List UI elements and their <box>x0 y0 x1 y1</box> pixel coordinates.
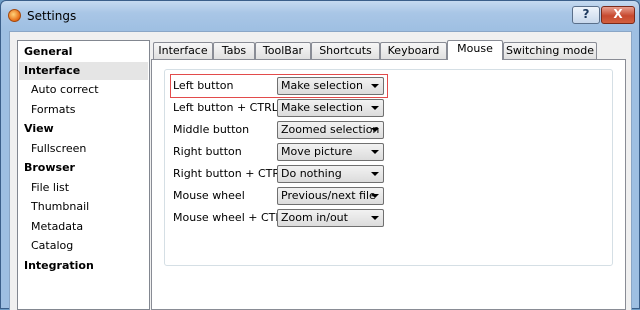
mouse-tab-panel: Left button Make selection Left button +… <box>151 59 626 310</box>
tab-mouse[interactable]: Mouse <box>447 40 503 60</box>
tab-keyboard[interactable]: Keyboard <box>380 42 447 59</box>
mouse-wheel-ctrl-value: Zoom in/out <box>281 211 348 224</box>
dropdown-arrow-icon <box>371 106 379 110</box>
dropdown-arrow-icon <box>371 172 379 176</box>
right-button-select[interactable]: Move picture <box>277 143 384 161</box>
mouse-actions-group: Left button Make selection Left button +… <box>164 69 613 266</box>
mouse-wheel-ctrl-select[interactable]: Zoom in/out <box>277 209 384 227</box>
settings-window: Settings ? X General Interface Auto corr… <box>0 0 640 310</box>
left-button-select[interactable]: Make selection <box>277 77 384 95</box>
dropdown-arrow-icon <box>371 84 379 88</box>
dropdown-arrow-icon <box>371 216 379 220</box>
mouse-wheel-value: Previous/next file <box>281 189 376 202</box>
mouse-wheel-label: Mouse wheel <box>173 189 245 202</box>
settings-category-list[interactable]: General Interface Auto correct Formats V… <box>17 40 150 310</box>
left-button-label: Left button <box>173 79 234 92</box>
middle-button-label: Middle button <box>173 123 250 136</box>
sidebar-item-thumbnail[interactable]: Thumbnail <box>19 198 148 216</box>
left-button-ctrl-label: Left button + CTRL <box>173 101 278 114</box>
tab-shortcuts[interactable]: Shortcuts <box>311 42 380 59</box>
tab-switching-mode[interactable]: Switching mode <box>503 42 597 59</box>
help-button[interactable]: ? <box>572 6 600 24</box>
mouse-wheel-select[interactable]: Previous/next file <box>277 187 384 205</box>
right-button-label: Right button <box>173 145 242 158</box>
dialog-client-area: General Interface Auto correct Formats V… <box>9 31 632 310</box>
left-button-ctrl-value: Make selection <box>281 101 363 114</box>
window-title: Settings <box>27 9 77 23</box>
left-button-value: Make selection <box>281 79 363 92</box>
right-button-ctrl-label: Right button + CTRL <box>173 167 287 180</box>
tab-tabs[interactable]: Tabs <box>213 42 255 59</box>
sidebar-item-auto-correct[interactable]: Auto correct <box>19 81 148 99</box>
right-button-ctrl-select[interactable]: Do nothing <box>277 165 384 183</box>
sidebar-item-fullscreen[interactable]: Fullscreen <box>19 140 148 158</box>
app-icon <box>8 9 21 22</box>
middle-button-select[interactable]: Zoomed selection <box>277 121 384 139</box>
middle-button-value: Zoomed selection <box>281 123 380 136</box>
dropdown-arrow-icon <box>371 128 379 132</box>
sidebar-item-interface[interactable]: Interface <box>19 62 148 80</box>
sidebar-item-formats[interactable]: Formats <box>19 101 148 119</box>
dropdown-arrow-icon <box>371 150 379 154</box>
tab-interface[interactable]: Interface <box>153 42 213 59</box>
sidebar-item-metadata[interactable]: Metadata <box>19 218 148 236</box>
dropdown-arrow-icon <box>371 194 379 198</box>
sidebar-item-file-list[interactable]: File list <box>19 179 148 197</box>
close-button[interactable]: X <box>601 6 635 24</box>
title-bar[interactable]: Settings ? X <box>1 1 639 31</box>
sidebar-item-general[interactable]: General <box>19 43 148 61</box>
sidebar-item-browser[interactable]: Browser <box>19 159 148 177</box>
left-button-ctrl-select[interactable]: Make selection <box>277 99 384 117</box>
tab-strip: Interface Tabs ToolBar Shortcuts Keyboar… <box>151 40 611 60</box>
sidebar-item-integration[interactable]: Integration <box>19 257 148 275</box>
mouse-wheel-ctrl-label: Mouse wheel + CTRL <box>173 211 290 224</box>
sidebar-item-view[interactable]: View <box>19 120 148 138</box>
right-button-value: Move picture <box>281 145 353 158</box>
right-button-ctrl-value: Do nothing <box>281 167 342 180</box>
sidebar-item-catalog[interactable]: Catalog <box>19 237 148 255</box>
tab-toolbar[interactable]: ToolBar <box>255 42 311 59</box>
